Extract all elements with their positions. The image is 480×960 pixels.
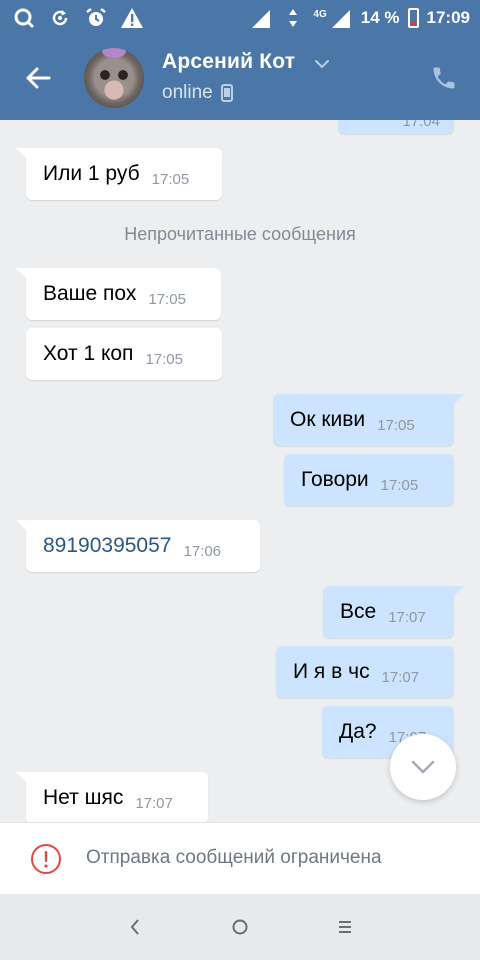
message-bubble-incoming[interactable]: Ваше пох 17:05 xyxy=(16,268,221,320)
chevron-down-icon xyxy=(411,760,435,774)
message-bubble-outgoing[interactable]: Ок киви 17:05 xyxy=(273,394,464,446)
message-text: Ок киви xyxy=(290,408,366,431)
message-text: Нет шяс xyxy=(43,786,124,809)
message-text: Да? xyxy=(339,720,377,743)
scroll-to-bottom-button[interactable] xyxy=(390,734,456,800)
message-text: Все xyxy=(340,600,377,623)
message-time: 17:05 xyxy=(151,170,190,188)
sync-icon xyxy=(48,6,72,30)
restriction-text: Отправка сообщений ограничена xyxy=(86,847,382,868)
call-button[interactable] xyxy=(426,60,462,96)
nav-menu-icon xyxy=(339,921,351,933)
nav-back-button[interactable] xyxy=(120,912,150,942)
message-text: Хот 1 коп xyxy=(43,342,134,365)
signal-icon xyxy=(249,6,273,30)
message-time: 17:05 xyxy=(380,476,419,494)
message-time: 17:05 xyxy=(148,290,186,308)
nav-back-icon xyxy=(130,919,139,935)
phone-icon xyxy=(433,67,455,89)
system-nav-bar xyxy=(0,894,480,960)
message-text: И я в чс xyxy=(293,660,370,683)
q-app-icon xyxy=(12,6,36,30)
chat-header: Арсений Кот online xyxy=(0,36,480,120)
message-text: Или 1 руб xyxy=(43,162,140,185)
avatar[interactable] xyxy=(84,48,144,108)
message-bubble-outgoing[interactable]: Все 17:07 xyxy=(323,586,464,638)
phone-number-link[interactable]: 89190395057 xyxy=(43,534,171,558)
message-list[interactable]: 17:04 Или 1 руб 17:05 Непрочитанные сооб… xyxy=(0,120,480,822)
message-time: 17:04 xyxy=(402,120,440,130)
message-time: 17:06 xyxy=(183,542,222,560)
message-time: 17:07 xyxy=(381,668,420,686)
message-time: 17:05 xyxy=(145,350,183,368)
message-time: 17:07 xyxy=(135,794,173,812)
mobile-icon xyxy=(220,84,233,102)
status-text: online xyxy=(162,82,213,103)
restriction-bar: Отправка сообщений ограничена xyxy=(0,822,480,894)
message-text: Говори xyxy=(301,468,369,491)
battery-percent: 14 % xyxy=(360,8,400,27)
alarm-icon xyxy=(84,6,108,30)
status-bar: 4G 14 % 17:09 xyxy=(0,0,480,36)
status-time: 17:09 xyxy=(426,8,470,27)
message-bubble-incoming[interactable]: Хот 1 коп 17:05 xyxy=(26,328,222,380)
message-bubble-outgoing[interactable]: И я в чс 17:07 xyxy=(276,646,454,698)
battery-icon xyxy=(407,8,419,28)
contact-name[interactable]: Арсений Кот xyxy=(162,50,295,74)
chevron-down-icon[interactable] xyxy=(314,56,330,74)
message-time: 17:07 xyxy=(388,608,426,626)
nav-home-button[interactable] xyxy=(225,912,255,942)
unread-divider: Непрочитанные сообщения xyxy=(124,224,356,244)
message-bubble-outgoing[interactable]: Говори 17:05 xyxy=(284,454,454,506)
nav-menu-button[interactable] xyxy=(330,912,360,942)
message-bubble-incoming[interactable]: 89190395057 17:06 xyxy=(16,520,260,572)
message-bubble-incoming[interactable]: Нет шяс 17:07 xyxy=(16,772,208,822)
data-arrows-icon xyxy=(281,6,305,30)
message-text: Ваше пох xyxy=(43,282,137,305)
network-type: 4G xyxy=(313,8,327,20)
message-bubble-outgoing[interactable]: 17:04 xyxy=(338,120,454,134)
message-bubble-incoming[interactable]: Или 1 руб 17:05 xyxy=(16,148,222,200)
contact-status: online xyxy=(162,82,233,104)
nav-home-icon xyxy=(232,919,248,935)
error-circle-icon xyxy=(31,844,61,874)
message-time: 17:05 xyxy=(377,416,415,434)
signal-icon xyxy=(329,6,353,30)
back-arrow-icon xyxy=(26,67,51,89)
back-button[interactable] xyxy=(18,58,58,98)
warning-icon xyxy=(120,6,144,30)
